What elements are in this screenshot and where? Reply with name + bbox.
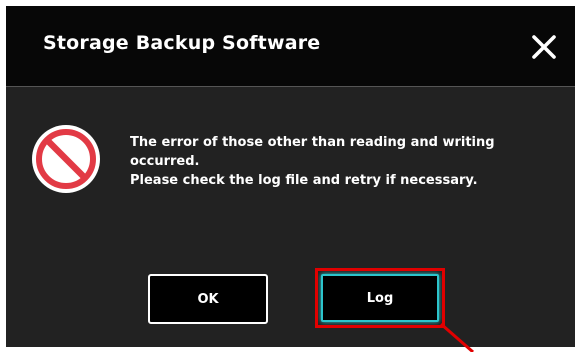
error-message: The error of those other than reading an…	[130, 133, 550, 190]
message-line: occurred.	[130, 154, 200, 169]
close-icon[interactable]	[531, 34, 557, 60]
log-button[interactable]: Log	[321, 274, 439, 322]
ok-button[interactable]: OK	[148, 274, 268, 324]
annotation-arrow	[440, 322, 474, 352]
dialog-title: Storage Backup Software	[43, 32, 321, 54]
title-divider	[6, 86, 575, 87]
message-line: The error of those other than reading an…	[130, 135, 495, 150]
title-bar: Storage Backup Software	[6, 6, 575, 86]
prohibited-icon	[32, 125, 100, 193]
error-dialog: Storage Backup Software The error of tho…	[6, 6, 575, 352]
message-line: Please check the log file and retry if n…	[130, 173, 478, 188]
